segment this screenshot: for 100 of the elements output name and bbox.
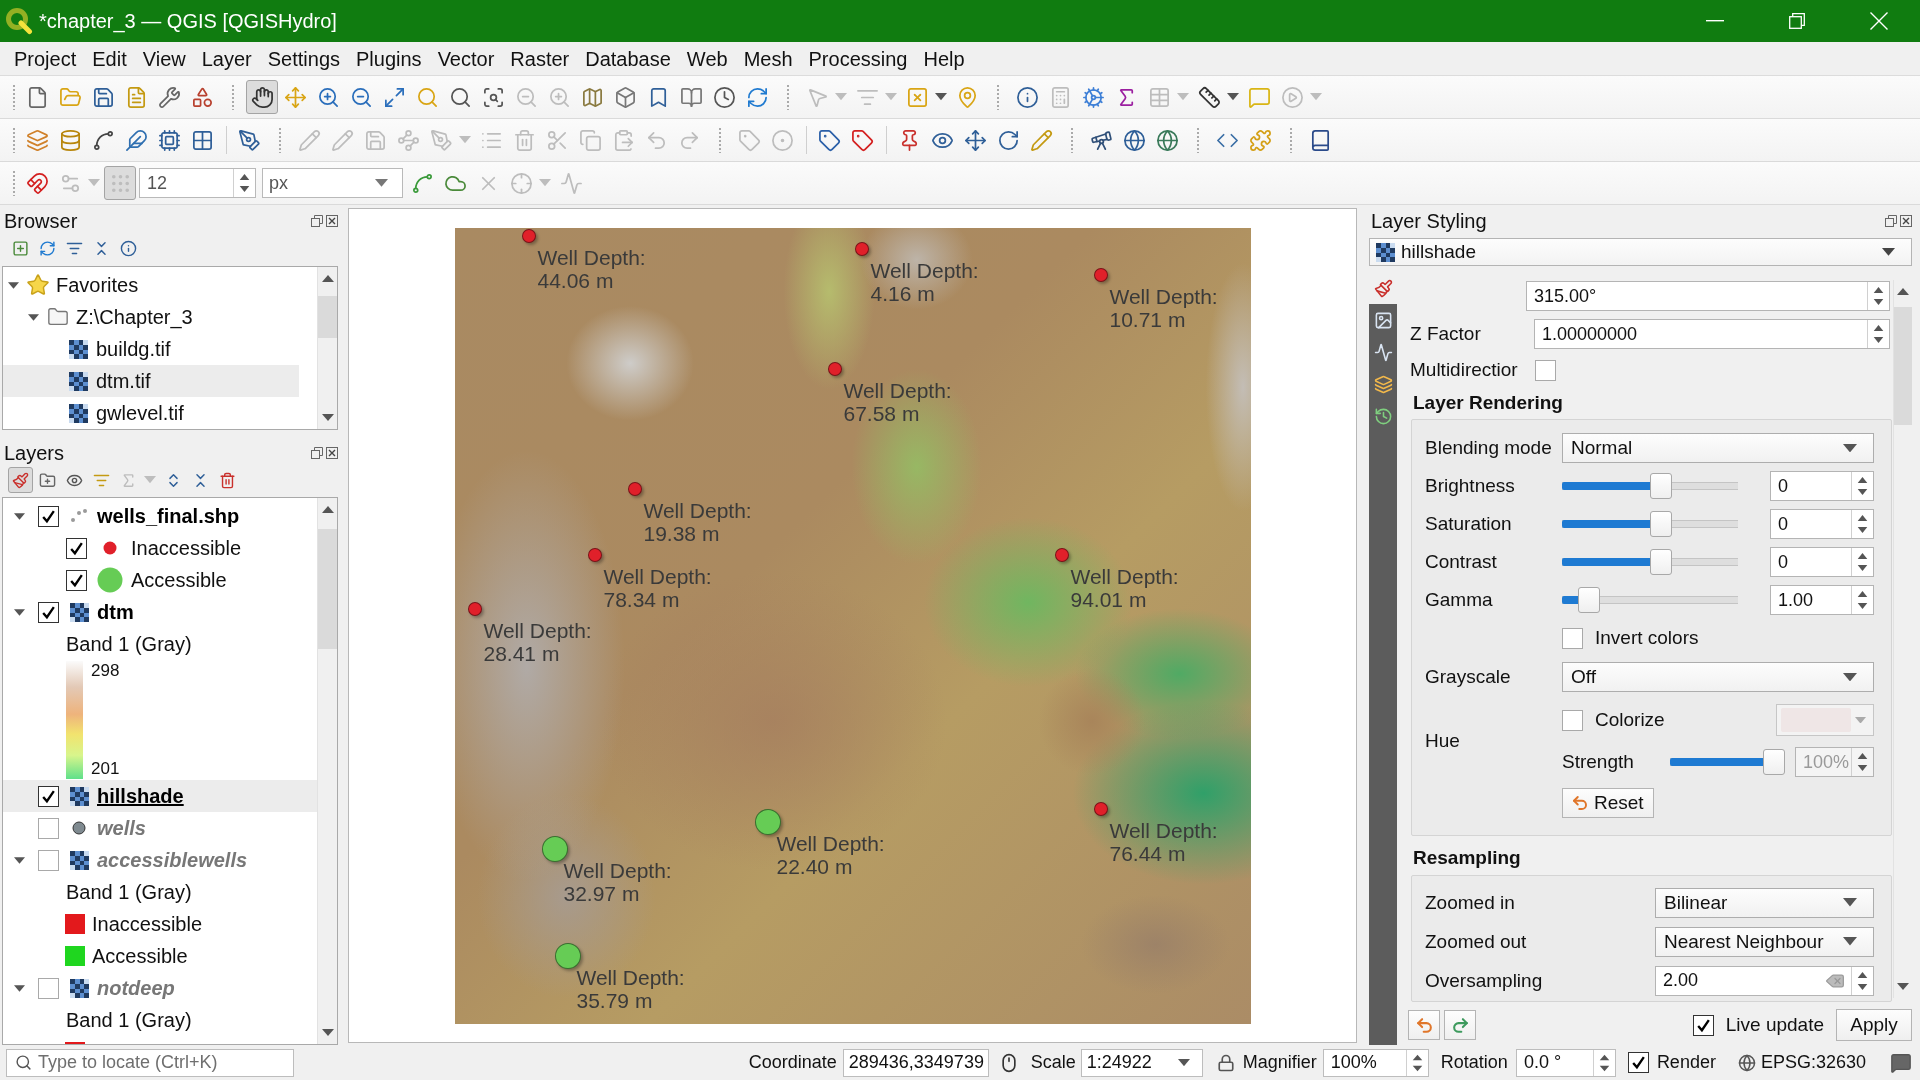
undock-icon[interactable] — [311, 215, 323, 227]
crs-button[interactable]: EPSG:32630 — [1737, 1052, 1866, 1073]
caret-down-icon[interactable] — [13, 510, 25, 522]
close-icon[interactable] — [326, 215, 338, 227]
close-icon[interactable] — [326, 447, 338, 459]
menu-item[interactable]: Layer — [193, 43, 260, 74]
caret-icon[interactable] — [1843, 937, 1857, 946]
scroll-down-icon[interactable] — [1897, 983, 1909, 991]
checkbox[interactable] — [1692, 1014, 1714, 1036]
search-field[interactable]: Type to locate (Ctrl+K) — [6, 1048, 294, 1077]
menu-item[interactable]: Plugins — [348, 43, 430, 74]
undo-button[interactable] — [1408, 1010, 1440, 1040]
caret-icon[interactable] — [375, 179, 388, 187]
apply-button[interactable]: Apply — [1836, 1009, 1912, 1041]
close-icon[interactable] — [1900, 215, 1912, 227]
checkbox[interactable] — [38, 505, 59, 527]
caret-icon[interactable] — [1843, 898, 1857, 907]
blending-mode-dropdown[interactable]: Normal — [1562, 433, 1874, 463]
spinbox[interactable]: 1.00000000 — [1534, 319, 1890, 349]
checkbox[interactable] — [38, 785, 59, 807]
tree-item[interactable]: Z:\Chapter_3 — [3, 301, 299, 333]
caret-icon[interactable] — [935, 93, 947, 101]
units-dropdown[interactable]: px — [262, 168, 403, 198]
checkbox[interactable] — [66, 569, 87, 591]
lock-icon[interactable] — [1216, 1053, 1235, 1072]
checkbox[interactable] — [66, 537, 87, 559]
reset-button[interactable]: Reset — [1562, 788, 1654, 818]
legend-item[interactable]: Inaccessible — [3, 532, 317, 564]
tree-item[interactable]: buildg.tif — [3, 333, 299, 365]
tree-item[interactable]: accessiblewells — [3, 844, 317, 876]
menu-item[interactable]: Mesh — [735, 43, 801, 74]
caret-down-icon[interactable] — [13, 854, 25, 866]
checkbox[interactable] — [38, 977, 59, 999]
scroll-down-icon[interactable] — [321, 414, 334, 422]
caret-icon[interactable] — [1843, 443, 1857, 453]
coordinate-field[interactable]: 289436,3349739 — [842, 1048, 989, 1077]
spinbox[interactable]: 0 — [1770, 509, 1874, 539]
caret-icon[interactable] — [1882, 248, 1895, 256]
slider-thumb[interactable] — [1650, 473, 1672, 499]
caret-down-icon[interactable] — [7, 279, 19, 291]
undock-icon[interactable] — [1885, 215, 1897, 227]
spinbox[interactable]: 0 — [1770, 471, 1874, 501]
menu-item[interactable]: Vector — [429, 43, 503, 74]
checkbox[interactable] — [1535, 359, 1556, 381]
menu-item[interactable]: Raster — [502, 43, 578, 74]
tree-item[interactable]: dtm.tif — [3, 365, 299, 397]
layer-dropdown[interactable]: hillshade — [1369, 238, 1912, 266]
checkbox[interactable] — [1562, 627, 1583, 649]
tree-item[interactable]: Favorites — [3, 269, 299, 301]
menu-item[interactable]: Database — [577, 43, 679, 74]
checkbox[interactable] — [38, 601, 59, 623]
caret-icon[interactable] — [1843, 672, 1857, 682]
tree-item[interactable]: wells — [3, 812, 317, 844]
map-canvas[interactable] — [348, 208, 1357, 1043]
slider-thumb[interactable] — [1650, 549, 1672, 575]
scrollbar-thumb[interactable] — [318, 529, 337, 649]
checkbox[interactable] — [38, 817, 59, 839]
scroll-up-icon[interactable] — [321, 274, 334, 282]
tree-item[interactable]: hillshade — [3, 780, 317, 812]
menu-item[interactable]: Project — [6, 43, 85, 74]
tree-item[interactable]: dtm — [3, 596, 317, 628]
spinbox[interactable]: 0 — [1770, 547, 1874, 577]
slider-thumb[interactable] — [1577, 587, 1600, 613]
menu-item[interactable]: Processing — [800, 43, 916, 74]
scale-dropdown[interactable]: 1:24922 — [1080, 1048, 1203, 1077]
caret-icon[interactable] — [1177, 1058, 1190, 1067]
caret-icon[interactable] — [1227, 93, 1239, 101]
tree-item[interactable]: notdeep — [3, 972, 317, 1004]
color-button[interactable] — [1776, 704, 1874, 736]
magnifier-spinbox[interactable]: 100% — [1322, 1048, 1429, 1077]
slider-thumb[interactable] — [1650, 511, 1672, 537]
caret-down-icon[interactable] — [27, 311, 39, 323]
scroll-up-icon[interactable] — [321, 505, 334, 513]
checkbox[interactable] — [38, 849, 59, 871]
tree-item[interactable]: wells_final.shp — [3, 500, 317, 532]
menu-item[interactable]: Settings — [259, 43, 348, 74]
redo-button[interactable] — [1444, 1010, 1476, 1040]
menu-item[interactable]: Web — [678, 43, 736, 74]
menu-item[interactable]: Edit — [84, 43, 135, 74]
tree-item[interactable]: gwlevel.tif — [3, 397, 299, 429]
grayscale-dropdown[interactable]: Off — [1562, 662, 1874, 692]
caret-down-icon[interactable] — [13, 982, 25, 994]
undock-icon[interactable] — [311, 447, 323, 459]
resampling-dropdown[interactable]: Bilinear — [1655, 887, 1874, 918]
scrollbar[interactable] — [317, 267, 337, 429]
resampling-dropdown[interactable]: Nearest Neighbour — [1655, 926, 1874, 957]
messages-icon[interactable] — [1890, 1051, 1912, 1074]
spinbox[interactable]: 2.00 — [1655, 965, 1874, 996]
rotation-spinbox[interactable]: 0.0 ° — [1515, 1048, 1616, 1077]
caret-down-icon[interactable] — [13, 606, 25, 618]
checkbox[interactable] — [1627, 1052, 1649, 1073]
scroll-down-icon[interactable] — [321, 1029, 334, 1037]
legend-item[interactable]: Accessible — [3, 564, 317, 596]
scrollbar[interactable] — [317, 498, 337, 1044]
spinbox[interactable]: 1.00 — [1770, 585, 1874, 615]
checkbox[interactable] — [1562, 709, 1583, 731]
menu-item[interactable]: Help — [915, 43, 973, 74]
scrollbar-thumb[interactable] — [318, 296, 337, 338]
tolerance-spinbox[interactable]: 12 — [139, 168, 256, 198]
spinbox[interactable]: 315.00° — [1526, 281, 1890, 311]
